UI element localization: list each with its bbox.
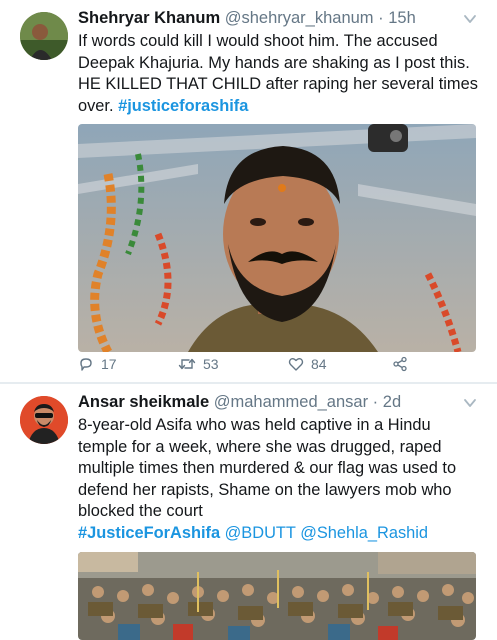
author-name[interactable]: Ansar sheikmale <box>78 393 209 411</box>
tweet-text-line: defend her rapists, Shame on the lawyers… <box>78 480 452 499</box>
separator-dot: · <box>378 9 384 27</box>
reply-count: 17 <box>101 356 117 372</box>
separator-dot: · <box>372 393 379 411</box>
tweet-2[interactable]: Ansar sheikmale @mahammed_ansar · 2d 8-y… <box>0 384 497 640</box>
chevron-down-icon[interactable] <box>463 396 477 410</box>
avatar[interactable] <box>20 12 68 60</box>
like-button[interactable]: 84 <box>288 356 327 372</box>
tweet-text-line: over. #justiceforashifa <box>78 96 249 115</box>
tweet-text: 8-year-old Asifa who was held captive in… <box>78 415 486 544</box>
tweet-text-line: HE KILLED THAT CHILD after raping her se… <box>78 75 478 93</box>
author-name[interactable]: Shehryar Khanum <box>78 9 220 27</box>
tweet-text-line: 8-year-old Asifa who was held captive in… <box>78 416 431 434</box>
share-button[interactable] <box>392 356 408 372</box>
tweet-text-line: multiple times then murdered & our flag … <box>78 459 457 477</box>
tweet-text-line: blocked the court <box>78 502 203 520</box>
share-icon <box>393 356 407 372</box>
tweet-text: If words could kill I would shoot him. T… <box>78 31 486 117</box>
retweet-count: 53 <box>203 356 219 372</box>
timestamp[interactable]: 2d <box>383 393 401 411</box>
reply-button[interactable]: 17 <box>78 356 117 372</box>
tweet-tags-line: #JusticeForAshifa @BDUTT @Shehla_Rashid <box>78 523 486 545</box>
author-handle[interactable]: @mahammed_ansar <box>214 393 368 411</box>
heart-icon <box>288 358 304 371</box>
tweet-text-line: Deepak Khajuria. My hands are shaking as… <box>78 53 470 72</box>
tweet-header: Ansar sheikmale @mahammed_ansar · 2d <box>78 392 401 412</box>
tweet-photo[interactable] <box>78 552 476 640</box>
author-handle[interactable]: @shehryar_khanum <box>225 9 374 27</box>
retweet-button[interactable]: 53 <box>178 356 219 372</box>
tweet-1[interactable]: Shehryar Khanum @shehryar_khanum · 15h I… <box>0 0 497 383</box>
mention-link[interactable]: @BDUTT <box>225 524 296 542</box>
hashtag-link[interactable]: #JusticeForAshifa <box>78 524 220 542</box>
retweet-icon <box>178 358 196 370</box>
chevron-down-icon[interactable] <box>463 12 477 26</box>
tweet-actions: 17 53 84 <box>78 356 476 378</box>
mention-link[interactable]: @Shehla_Rashid <box>300 524 428 542</box>
reply-icon <box>80 358 92 371</box>
tweet-text-line: temple for a week, where she was drugged… <box>78 437 442 456</box>
hashtag-link[interactable]: #justiceforashifa <box>118 97 248 115</box>
timestamp[interactable]: 15h <box>388 9 416 27</box>
avatar[interactable] <box>20 396 68 444</box>
tweet-photo[interactable] <box>78 124 476 352</box>
like-count: 84 <box>311 356 327 372</box>
tweet-header: Shehryar Khanum @shehryar_khanum · 15h <box>78 8 416 28</box>
tweet-text-line: If words could kill I would shoot him. T… <box>78 32 438 50</box>
